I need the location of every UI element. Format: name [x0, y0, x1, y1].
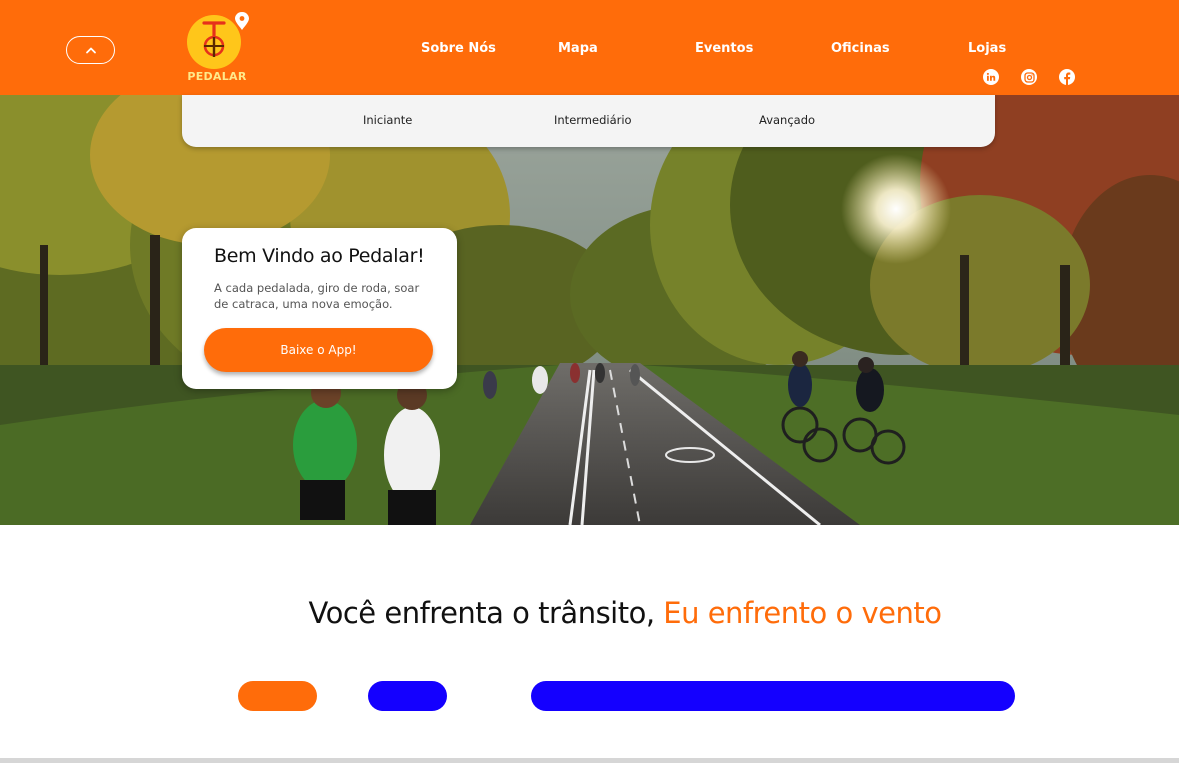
tagline-part1: Você enfrenta o trânsito, [308, 596, 664, 630]
welcome-card: Bem Vindo ao Pedalar! A cada pedalada, g… [182, 228, 457, 389]
instagram-glyph-icon [1023, 71, 1035, 83]
download-app-button[interactable]: Baixe o App! [204, 328, 433, 372]
facebook-icon[interactable] [1059, 69, 1075, 85]
facebook-glyph-icon [1064, 72, 1071, 85]
welcome-title: Bem Vindo ao Pedalar! [214, 245, 425, 267]
bike-logo-icon [187, 12, 249, 69]
linkedin-icon[interactable] [983, 69, 999, 85]
tagline-part2: Eu enfrento o vento [663, 596, 942, 630]
submenu-iniciante[interactable]: Iniciante [363, 113, 412, 127]
nav-oficinas[interactable]: Oficinas [831, 41, 890, 56]
tagline: Você enfrenta o trânsito, Eu enfrento o … [0, 596, 1179, 630]
submenu-avancado[interactable]: Avançado [759, 113, 815, 127]
hero-park-photo [0, 95, 1179, 525]
logo-text: PEDALAR [187, 70, 247, 83]
linkedin-glyph-icon [986, 72, 996, 81]
nav-mapa[interactable]: Mapa [558, 41, 598, 56]
blue-pill-long[interactable] [531, 681, 1015, 711]
blue-pill-short[interactable] [368, 681, 447, 711]
orange-pill[interactable] [238, 681, 317, 711]
scroll-up-button[interactable] [66, 36, 115, 64]
submenu-intermediario[interactable]: Intermediário [554, 113, 632, 127]
footer-divider [0, 758, 1179, 763]
pedalar-logo[interactable]: PEDALAR [184, 10, 250, 84]
level-submenu: Iniciante Intermediário Avançado [182, 95, 995, 147]
top-header: PEDALAR Sobre Nós Mapa Eventos Oficinas … [0, 0, 1179, 95]
welcome-text: A cada pedalada, giro de roda, soar de c… [214, 281, 420, 311]
hero-image [0, 95, 1179, 525]
instagram-icon[interactable] [1021, 69, 1037, 85]
nav-sobre-nos[interactable]: Sobre Nós [421, 41, 496, 56]
chevron-up-icon [85, 47, 96, 54]
nav-lojas[interactable]: Lojas [968, 41, 1006, 56]
nav-eventos[interactable]: Eventos [695, 41, 753, 56]
